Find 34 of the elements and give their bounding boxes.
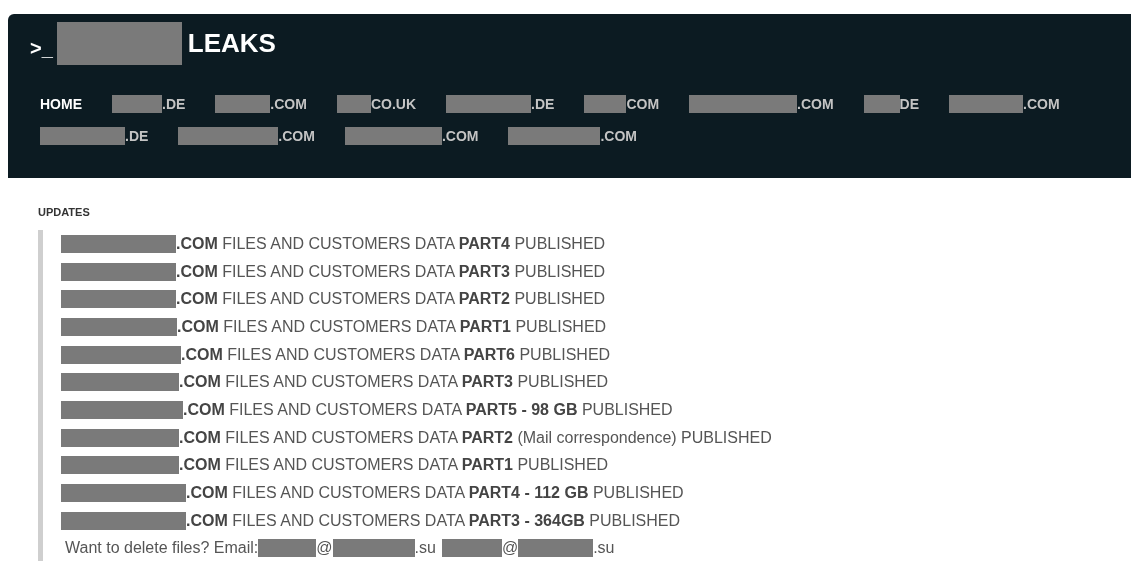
site-prompt: >_: [30, 37, 53, 60]
update-text: .COM FILES AND CUSTOMERS DATA PART5 - 98 GB PUBLISHED: [183, 400, 673, 419]
nav-link[interactable]: .COM: [270, 95, 307, 113]
nav-link[interactable]: .COM: [278, 127, 315, 145]
update-text: .COM FILES AND CUSTOMERS DATA PART3 PUBLISHED: [176, 262, 606, 281]
nav-link[interactable]: DE: [899, 95, 920, 113]
nav-link[interactable]: .COM: [600, 127, 638, 145]
nav-link[interactable]: .DE: [531, 95, 555, 113]
update-text: .COM FILES AND CUSTOMERS DATA PART1 PUBLISHED: [177, 317, 607, 336]
update-text: .COM FILES AND CUSTOMERS DATA PART2 PUBLISHED: [176, 290, 606, 309]
section-heading: UPDATES: [38, 206, 91, 218]
nav-link[interactable]: .COM: [797, 95, 834, 113]
nav-link[interactable]: .DE: [162, 95, 186, 113]
update-text: .COM FILES AND CUSTOMERS DATA PART4 - 112 GB PUBLISHED: [186, 484, 684, 503]
redaction-bar: [441, 538, 502, 557]
nav-link[interactable]: .COM: [1023, 95, 1060, 113]
domain-suffix: .su: [593, 538, 615, 557]
domain-suffix: .su: [414, 538, 436, 557]
update-text: .COM FILES AND CUSTOMERS DATA PART4 PUBLISHED: [176, 234, 606, 253]
nav-link[interactable]: COM: [626, 95, 660, 113]
contact-label: Want to delete files? Email:: [65, 538, 259, 557]
update-text: .COM FILES AND CUSTOMERS DATA PART2 (Mail correspondence) PUBLISHED: [179, 428, 772, 447]
update-text: .COM FILES AND CUSTOMERS DATA PART6 PUBLISHED: [181, 345, 611, 364]
update-text: .COM FILES AND CUSTOMERS DATA PART3 PUBLISHED: [179, 373, 609, 392]
redaction-bar: [258, 538, 317, 557]
at-sign: @: [501, 538, 519, 557]
nav-link[interactable]: .DE: [125, 127, 149, 145]
update-text: .COM FILES AND CUSTOMERS DATA PART1 PUBLISHED: [179, 456, 609, 475]
site-title: LEAKS: [187, 28, 276, 59]
nav-link[interactable]: HOME: [40, 95, 82, 113]
at-sign: @: [316, 538, 333, 557]
nav-link[interactable]: CO.UK: [370, 95, 417, 113]
nav-link[interactable]: .COM: [441, 127, 479, 145]
update-text: .COM FILES AND CUSTOMERS DATA PART3 - 364GB PUBLISHED: [186, 511, 681, 530]
